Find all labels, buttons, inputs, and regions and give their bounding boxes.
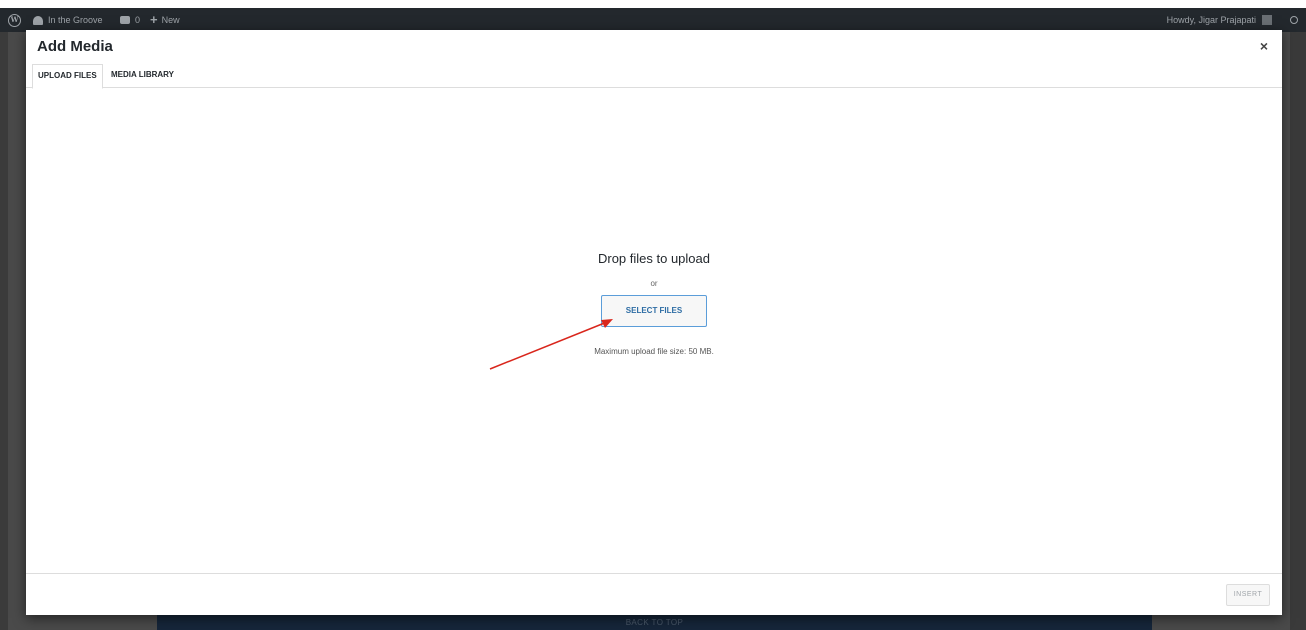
admin-bar: W In the Groove 0 + New Howdy, Jigar Pra… [0, 8, 1306, 32]
site-name-label: In the Groove [48, 15, 103, 25]
comment-bubble-icon [120, 16, 130, 24]
home-icon [33, 15, 43, 25]
account-menu[interactable]: Howdy, Jigar Prajapati [1167, 8, 1272, 32]
max-upload-size-text: Maximum upload file size: 50 MB. [594, 347, 714, 356]
search-icon[interactable] [1290, 8, 1298, 32]
tab-upload-files[interactable]: UPLOAD FILES [32, 64, 103, 89]
add-media-modal: Add Media × UPLOAD FILES MEDIA LIBRARY D… [26, 30, 1282, 615]
comment-count: 0 [135, 15, 141, 25]
or-separator: or [650, 279, 658, 288]
wordpress-logo-icon[interactable]: W [8, 8, 26, 32]
modal-title: Add Media [37, 38, 113, 55]
close-icon[interactable]: × [1256, 38, 1272, 54]
left-edge [0, 32, 8, 630]
howdy-label: Howdy, Jigar Prajapati [1166, 15, 1256, 25]
back-to-top-label: BACK TO TOP [625, 618, 684, 627]
insert-button[interactable]: INSERT [1226, 584, 1270, 606]
modal-footer: INSERT [26, 573, 1282, 615]
page-top-strip [0, 0, 1306, 8]
new-content-label: New [161, 15, 180, 25]
select-files-button[interactable]: SELECT FILES [601, 295, 707, 327]
tab-media-library[interactable]: MEDIA LIBRARY [106, 64, 179, 88]
back-to-top-bar[interactable]: BACK TO TOP [157, 615, 1152, 630]
media-tabs: UPLOAD FILES MEDIA LIBRARY [26, 64, 1282, 89]
plus-icon: + [150, 12, 158, 27]
site-name-link[interactable]: In the Groove [33, 8, 103, 32]
drop-files-heading: Drop files to upload [597, 251, 710, 266]
avatar [1262, 15, 1272, 25]
right-edge [1290, 32, 1306, 630]
new-content-link[interactable]: + New [150, 8, 180, 32]
comments-link[interactable]: 0 [120, 8, 140, 32]
